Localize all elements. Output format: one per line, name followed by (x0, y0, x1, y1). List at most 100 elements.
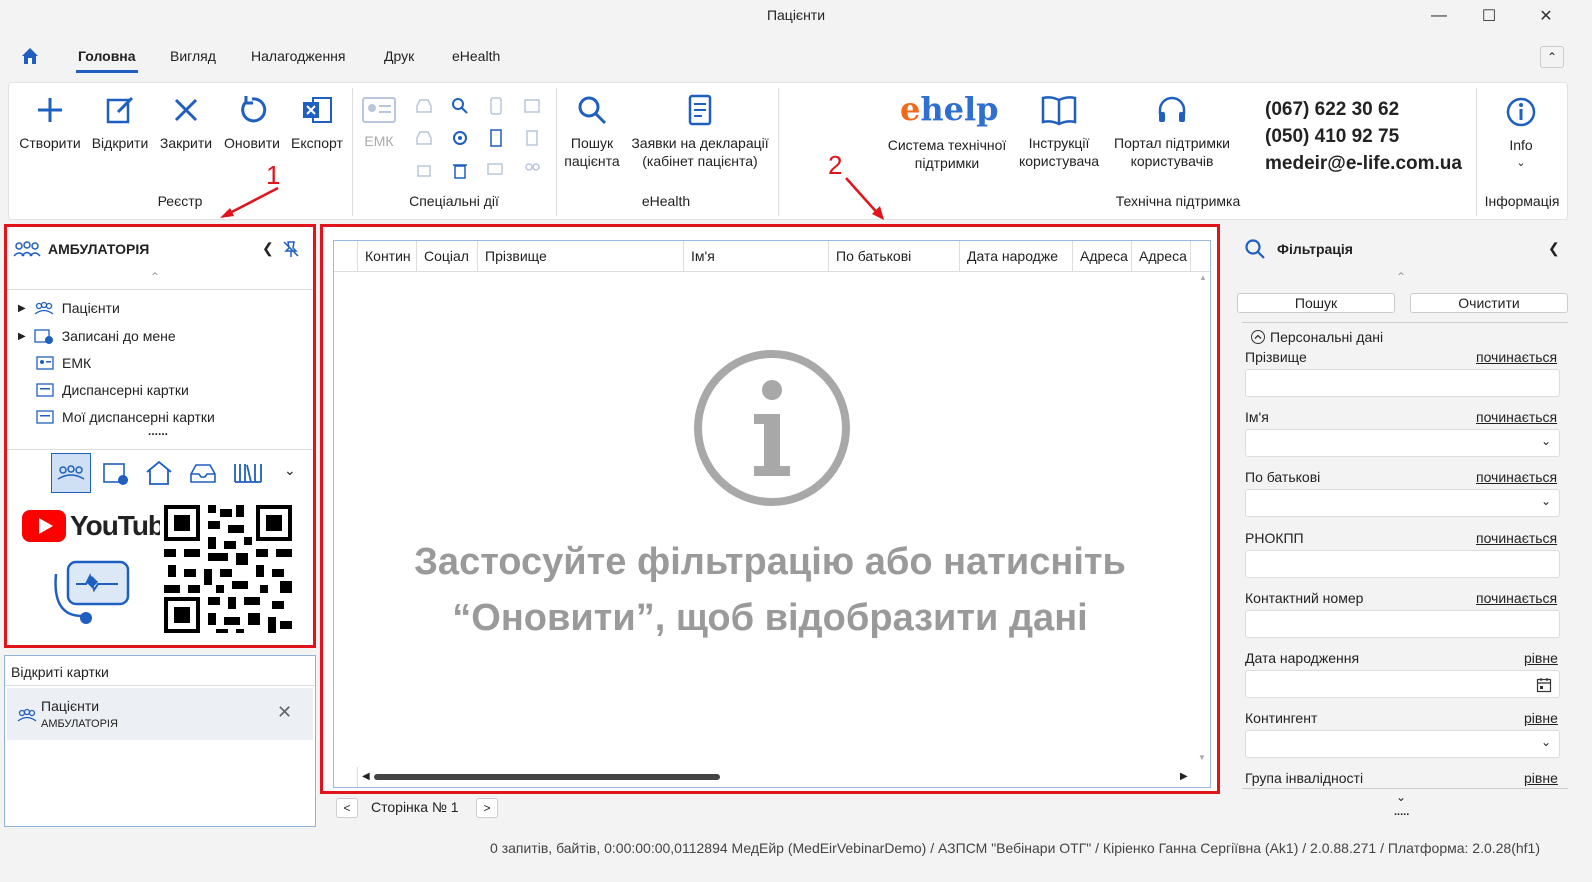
phone-input[interactable] (1245, 610, 1560, 638)
column-header[interactable]: Адреса (1073, 241, 1132, 271)
tab-settings[interactable]: Налагодження (249, 48, 348, 64)
tree-item-emk[interactable]: ЕМК (36, 355, 91, 371)
open-button[interactable]: Відкрити (88, 94, 152, 152)
contingent-select[interactable]: ⌄ (1245, 730, 1560, 758)
tree-item-booked[interactable]: ▶ Записані до мене (18, 328, 176, 344)
tree-item-my-dispensary-cards[interactable]: Мої диспансерні картки (36, 409, 215, 425)
tab-home[interactable]: Головна (76, 48, 138, 64)
chevron-down-icon[interactable]: ⌄ (1541, 735, 1551, 749)
chevron-down-icon[interactable]: ⌄ (284, 462, 296, 479)
maximize-button[interactable]: ☐ (1468, 3, 1510, 29)
status-bar: 0 запитів, байтів, 0:00:00:00,0112894 Ме… (490, 840, 1540, 856)
tree-item-patients[interactable]: ▶ Пацієнти (18, 300, 120, 316)
field-op-name[interactable]: починається (1476, 409, 1557, 425)
close-window-button[interactable]: ✕ (1525, 3, 1567, 29)
rnokpp-input[interactable] (1245, 550, 1560, 578)
export-button[interactable]: Експорт (286, 94, 348, 152)
scroll-up-icon[interactable]: ▲ (1196, 273, 1210, 282)
filter-search-button[interactable]: Пошук (1237, 293, 1395, 313)
collapse-ribbon-button[interactable]: ⌃ (1540, 46, 1564, 68)
expand-arrow-icon[interactable]: ▶ (18, 331, 26, 342)
qr-code[interactable] (160, 501, 296, 637)
next-page-button[interactable]: > (476, 798, 498, 818)
birthdate-input[interactable] (1245, 670, 1560, 698)
calendar-add-icon[interactable] (102, 462, 130, 486)
surname-input[interactable] (1245, 369, 1560, 397)
column-header[interactable]: Ім'я (684, 241, 829, 271)
tab-view[interactable]: Вигляд (168, 48, 218, 64)
name-select[interactable]: ⌄ (1245, 429, 1560, 457)
tree-item-dispensary-cards[interactable]: Диспансерні картки (36, 382, 189, 398)
field-op-birthdate[interactable]: рівне (1524, 650, 1558, 666)
field-op-surname[interactable]: починається (1476, 349, 1557, 365)
chevron-up-icon[interactable]: ⌃ (1396, 270, 1406, 284)
prev-page-button[interactable]: < (336, 798, 358, 818)
field-op-disability[interactable]: рівне (1524, 770, 1558, 786)
close-card-icon[interactable]: ✕ (277, 702, 292, 723)
group-label-info: Інформація (1484, 193, 1560, 209)
users-icon (525, 163, 540, 171)
info-button[interactable]: Info ⌄ (1492, 96, 1550, 172)
field-op-patronymic[interactable]: починається (1476, 469, 1557, 485)
expand-arrow-icon[interactable]: ▶ (18, 303, 26, 314)
field-op-phone[interactable]: починається (1476, 590, 1557, 606)
collapse-panel-button[interactable]: ❮ (262, 240, 274, 257)
collapse-section-icon[interactable] (1250, 329, 1266, 345)
divider (7, 289, 313, 290)
column-header[interactable]: Соціал (417, 241, 478, 271)
tab-print[interactable]: Друк (382, 48, 416, 64)
minimize-button[interactable]: — (1418, 3, 1460, 29)
inbox-icon[interactable] (189, 462, 217, 484)
scroll-left-icon[interactable]: ◀ (362, 771, 370, 782)
chevron-down-icon[interactable]: ⌄ (1396, 790, 1406, 804)
user-instructions-button[interactable]: Інструкції користувача (1014, 94, 1104, 170)
row-selector-header[interactable] (334, 241, 358, 271)
column-header[interactable]: Контин (358, 241, 417, 271)
home-icon[interactable] (20, 46, 40, 69)
refresh-button[interactable]: Оновити (220, 94, 284, 152)
support-email[interactable]: medeir@e-life.com.ua (1265, 150, 1462, 177)
empty-state-message: Застосуйте фільтрацію або натисніть “Оно… (414, 541, 1126, 639)
field-label-birthdate: Дата народження (1245, 650, 1360, 666)
title-bar: Пацієнти — ☐ ✕ (0, 0, 1592, 32)
emk-button[interactable]: ЕМК (358, 96, 400, 150)
chevron-down-icon[interactable]: ⌄ (1541, 494, 1551, 508)
house-settings-icon[interactable] (145, 460, 173, 486)
search-patient-button[interactable]: Пошук пацієнта (560, 94, 624, 170)
support-system-button[interactable]: Система технічної підтримки (882, 136, 1012, 172)
calendar-icon[interactable] (1536, 677, 1552, 693)
special-actions-grid (412, 96, 548, 186)
sync-icon (453, 131, 467, 145)
collapse-filter-button[interactable]: ❮ (1548, 240, 1560, 257)
column-header[interactable]: По батькові (829, 241, 960, 271)
window-icon (524, 99, 540, 113)
open-card-patients[interactable]: Пацієнти АМБУЛАТОРІЯ ✕ (7, 688, 313, 740)
field-op-rnokpp[interactable]: починається (1476, 530, 1557, 546)
unpin-icon[interactable] (282, 240, 300, 258)
nav-patients-button[interactable] (51, 453, 91, 493)
declarations-button[interactable]: Заявки на декларації (кабінет пацієнта) (626, 94, 774, 170)
youtube-logo[interactable]: YouTube (22, 510, 180, 542)
close-button[interactable]: Закрити (156, 94, 216, 152)
column-header[interactable]: Дата народже (960, 241, 1073, 271)
patronymic-select[interactable]: ⌄ (1245, 489, 1560, 517)
create-button[interactable]: Створити (16, 94, 84, 152)
column-header[interactable]: Прізвище (478, 241, 684, 271)
more-items[interactable]: ...... (148, 424, 168, 438)
tab-ehealth[interactable]: eHealth (450, 48, 502, 64)
field-op-contingent[interactable]: рівне (1524, 710, 1558, 726)
support-portal-button[interactable]: Портал підтримки користувачів (1106, 94, 1238, 170)
scroll-down-icon[interactable]: ▼ (1198, 753, 1206, 762)
chevron-up-icon[interactable]: ⌃ (150, 270, 160, 284)
active-tab-indicator (76, 70, 138, 73)
field-label-patronymic: По батькові (1245, 469, 1321, 485)
chevron-down-icon[interactable]: ⌄ (1541, 434, 1551, 448)
more-fields[interactable]: ..... (1394, 806, 1409, 818)
library-icon[interactable] (233, 460, 263, 484)
horizontal-scrollbar-thumb[interactable] (374, 774, 720, 780)
scroll-right-icon[interactable]: ▶ (1180, 771, 1188, 782)
column-header[interactable]: Адреса (1132, 241, 1191, 271)
filter-clear-button[interactable]: Очистити (1410, 293, 1568, 313)
section-personal-data[interactable]: Персональні дані (1250, 329, 1388, 345)
vertical-scrollbar[interactable]: ▲ (1196, 273, 1210, 767)
